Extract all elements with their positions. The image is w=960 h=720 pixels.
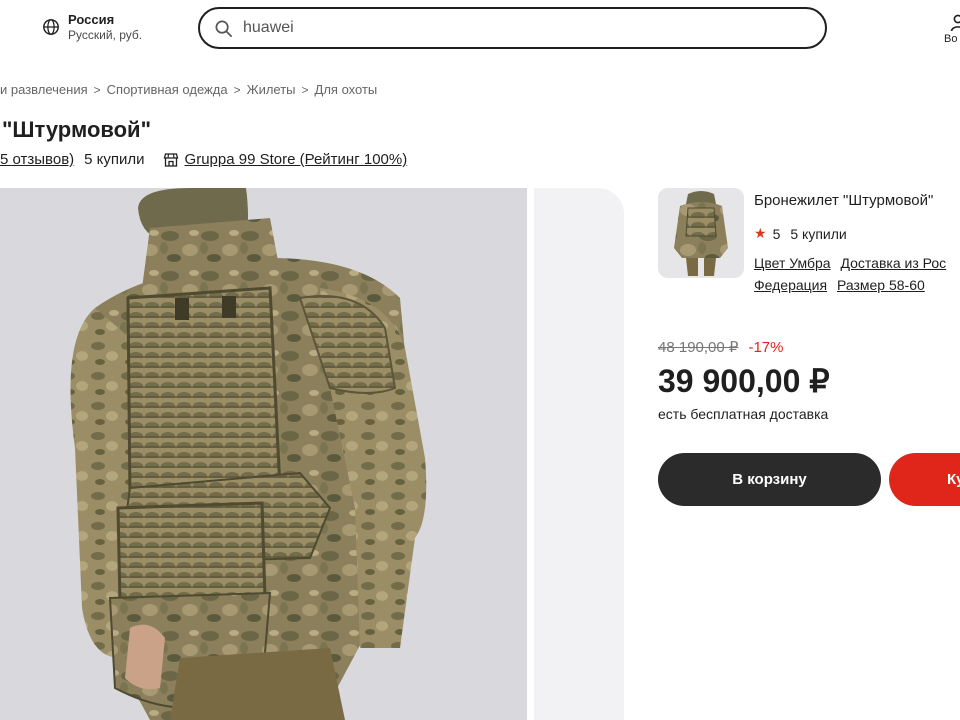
bought-count: 5 купили — [790, 225, 847, 242]
product-meta: 5 отзывов) 5 купили Gruppa 99 Store (Рей… — [0, 151, 407, 168]
bought-count: 5 купили — [84, 151, 145, 168]
store-link[interactable]: Gruppa 99 Store (Рейтинг 100%) — [163, 151, 408, 168]
attribute-size[interactable]: Размер 58-60 — [837, 277, 925, 293]
product-image-secondary[interactable] — [534, 188, 624, 720]
product-summary: Бронежилет "Штурмовой" ★ 5 5 купили Цвет… — [754, 190, 960, 296]
rating-value: 5 — [772, 225, 781, 242]
breadcrumb-item[interactable]: и развлечения — [0, 82, 88, 97]
store-icon — [163, 152, 178, 167]
login-button[interactable]: Во — [944, 14, 960, 45]
discount-badge: -17% — [748, 338, 784, 356]
region-selector[interactable]: Россия Русский, руб. — [42, 12, 142, 43]
store-name: Gruppa 99 Store (Рейтинг 100%) — [184, 151, 408, 168]
breadcrumb: и развлечения > Спортивная одежда > Жиле… — [0, 82, 377, 97]
product-thumbnail-image — [658, 188, 744, 278]
reviews-link[interactable]: 5 отзывов) — [0, 151, 74, 168]
page-title: "Штурмовой" — [2, 117, 152, 142]
attribute-color[interactable]: Цвет Умбра — [754, 255, 831, 271]
globe-icon — [43, 19, 59, 35]
user-icon — [950, 14, 960, 32]
product-photo — [0, 188, 527, 720]
free-delivery-note: есть бесплатная доставка — [658, 406, 829, 422]
attribute-delivery-cont[interactable]: Федерация — [754, 277, 827, 293]
rating-row: ★ 5 5 купили — [754, 225, 960, 242]
search-icon — [215, 20, 232, 37]
product-attributes: Цвет Умбра Доставка из Рос Федерация Раз… — [754, 252, 960, 296]
buy-now-button[interactable]: Ку — [889, 453, 960, 506]
chevron-right-icon: > — [301, 82, 309, 97]
old-price: 48 190,00 ₽ — [658, 339, 739, 356]
breadcrumb-item[interactable]: Спортивная одежда — [107, 82, 228, 97]
search-bar[interactable] — [198, 7, 827, 49]
breadcrumb-item[interactable]: Жилеты — [247, 82, 296, 97]
header: Россия Русский, руб. Во — [0, 0, 960, 60]
chevron-right-icon: > — [93, 82, 101, 97]
product-name[interactable]: Бронежилет "Штурмовой" — [754, 190, 960, 212]
product-thumbnail[interactable] — [658, 188, 744, 278]
region-country: Россия — [68, 12, 115, 27]
current-price: 39 900,00 ₽ — [658, 363, 830, 399]
breadcrumb-item[interactable]: Для охоты — [315, 82, 378, 97]
region-locale: Русский, руб. — [68, 28, 143, 42]
chevron-right-icon: > — [233, 82, 241, 97]
old-price-row: 48 190,00 ₽ -17% — [658, 338, 830, 357]
star-icon: ★ — [754, 225, 767, 241]
price-block: 48 190,00 ₽ -17% 39 900,00 ₽ есть беспла… — [658, 338, 830, 423]
search-input[interactable] — [243, 19, 803, 37]
product-main-image[interactable] — [0, 188, 527, 720]
add-to-cart-button[interactable]: В корзину — [658, 453, 881, 506]
login-label: Во — [944, 33, 958, 45]
attribute-delivery[interactable]: Доставка из Рос — [840, 255, 946, 271]
